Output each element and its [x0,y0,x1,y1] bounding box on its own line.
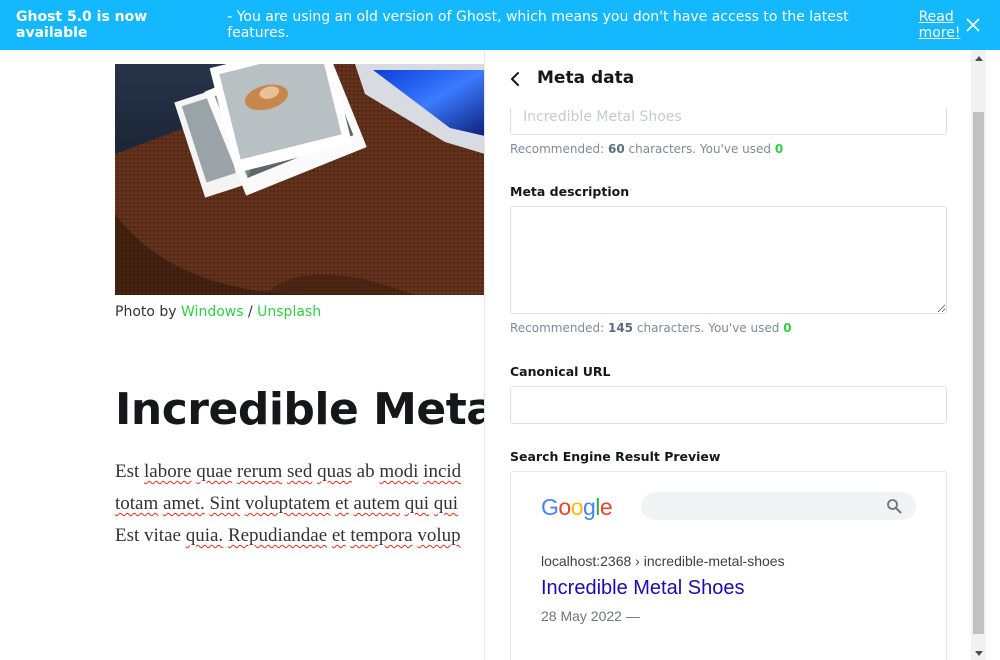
body-word: Est [115,525,140,546]
body-word: voluptatem [244,493,331,514]
feature-image[interactable] [115,64,485,295]
canonical-url-label: Canonical URL [510,364,611,379]
body-word: quia. [185,525,224,546]
panel-title: Meta data [537,68,635,88]
meta-description-hint: Recommended: 145 characters. You've used… [510,321,792,335]
post-editor[interactable]: Photo by Windows / Unsplash Incredible M… [0,50,485,660]
body-word: quae [196,461,233,482]
meta-data-panel: Meta data Recommended: 60 characters. Yo… [484,50,971,660]
body-word: volup [417,525,461,546]
panel-scrollbar[interactable] [971,50,986,660]
banner-title: Ghost 5.0 is now available [16,9,148,41]
meta-description-label: Meta description [510,184,630,199]
body-line: totam amet. Sint voluptatem et autem qui… [115,488,485,520]
banner-message: - You are using an old version of Ghost,… [227,9,849,41]
body-word: qui [404,493,430,514]
body-word: quas [317,461,352,482]
body-word: amet. [163,493,205,514]
body-word: vitae [144,525,181,546]
caption-separator: / [247,304,253,320]
serp-date: 28 May 2022 — [541,608,640,624]
body-word: rerum [236,461,283,482]
update-banner: Ghost 5.0 is now available - You are usi… [0,0,1000,50]
google-search-bar [641,492,916,520]
meta-title-hint: Recommended: 60 characters. You've used … [510,142,784,156]
body-word: sed [287,461,313,482]
body-line: Est labore quae rerum sed quas ab modi i… [115,456,485,488]
body-word: tempora [350,525,413,546]
body-word: Repudiandae [227,525,328,546]
body-word: Sint [209,493,241,514]
meta-description-textarea[interactable] [510,206,947,314]
window-edge [986,50,1000,660]
serp-title: Incredible Metal Shoes [541,577,745,599]
caption-author-link[interactable]: Windows [181,304,244,320]
body-word: et [331,525,346,546]
body-word: modi [379,461,419,482]
body-line: Est vitae quia. Repudiandae et tempora v… [115,520,485,552]
read-more-link[interactable]: Read more! [919,9,1000,41]
scroll-up-arrow-icon[interactable] [975,56,983,61]
post-body[interactable]: Est labore quae rerum sed quas ab modi i… [115,456,485,552]
search-icon [887,499,902,514]
scrollbar-thumb[interactable] [973,112,984,634]
image-caption[interactable]: Photo by Windows / Unsplash [115,304,321,320]
panel-header: Meta data [485,50,971,108]
serp-preview-label: Search Engine Result Preview [510,449,721,464]
body-word: autem [353,493,400,514]
body-word: Est [115,461,140,482]
caption-prefix: Photo by [115,304,177,320]
body-word: totam [115,493,159,514]
close-icon[interactable] [964,16,982,34]
caption-source-link[interactable]: Unsplash [257,304,321,320]
body-word: labore [144,461,192,482]
canonical-url-input[interactable] [510,386,947,424]
serp-url: localhost:2368 › incredible-metal-shoes [541,553,785,569]
body-word: qui [433,493,459,514]
body-word: et [335,493,349,514]
post-title[interactable]: Incredible Metal [115,384,485,435]
body-word: incid [423,461,462,482]
google-logo: Google [541,494,613,520]
chevron-left-icon[interactable] [507,70,525,88]
search-result-preview: Google localhost:2368 › incredible-metal… [510,471,947,660]
scroll-down-arrow-icon[interactable] [975,651,983,656]
body-word: ab [356,461,375,482]
